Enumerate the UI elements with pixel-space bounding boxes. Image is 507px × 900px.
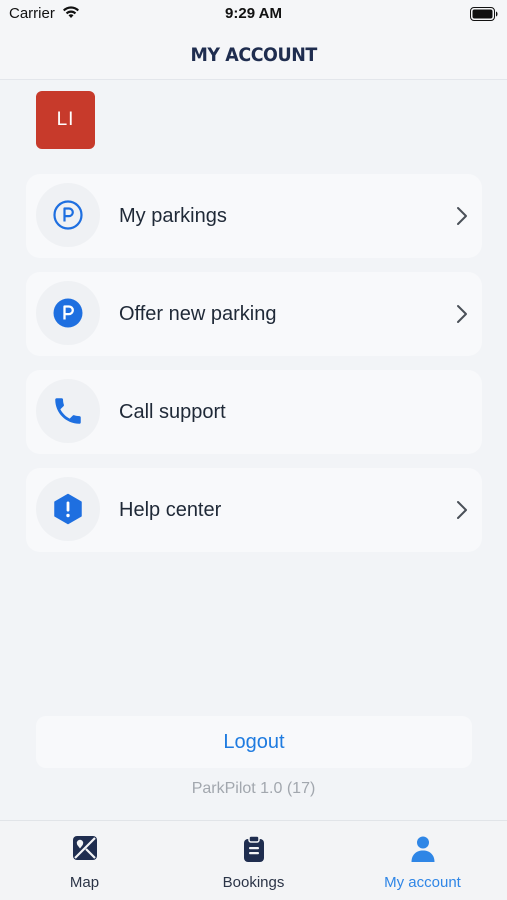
icon-container (36, 477, 100, 541)
app-version: ParkPilot 1.0 (17) (191, 780, 316, 797)
menu-item-label: Offer new parking (119, 302, 277, 325)
status-bar: Carrier 9:29 AM (0, 0, 507, 30)
icon-container (36, 281, 100, 345)
icon-container (36, 183, 100, 247)
menu-item-label: Call support (119, 400, 226, 423)
parking-filled-icon (53, 298, 83, 328)
tab-my-account[interactable]: My account (338, 821, 507, 900)
tab-map[interactable]: Map (0, 821, 169, 900)
tab-bar: Map Bookings My account (0, 820, 507, 900)
battery-icon (470, 7, 498, 26)
chevron-right-icon (457, 207, 467, 225)
clipboard-icon (243, 835, 264, 862)
tab-bookings[interactable]: Bookings (169, 821, 338, 900)
chevron-right-icon (457, 305, 467, 323)
map-icon (72, 836, 97, 860)
parking-outline-icon (53, 200, 83, 230)
menu-item-label: Help center (119, 498, 222, 521)
alert-hexagon-icon (54, 493, 82, 525)
person-icon (411, 836, 434, 862)
navigation-header: MY ACCOUNT (0, 30, 507, 80)
menu-item-call-support[interactable]: Call support (26, 370, 482, 454)
clock: 9:29 AM (225, 5, 282, 22)
tab-label: Map (69, 874, 100, 891)
chevron-right-icon (457, 501, 467, 519)
icon-container (36, 379, 100, 443)
menu-item-my-parkings[interactable]: My parkings (26, 174, 482, 258)
menu-item-label: My parkings (119, 204, 227, 227)
page-title: MY ACCOUNT (190, 43, 317, 66)
logout-button[interactable]: Logout (36, 716, 472, 768)
menu-item-offer-new-parking[interactable]: Offer new parking (26, 272, 482, 356)
avatar[interactable]: LI (36, 91, 95, 149)
tab-label: Bookings (222, 874, 285, 891)
menu-item-help-center[interactable]: Help center (26, 468, 482, 552)
phone-icon (55, 398, 81, 424)
tab-label: My account (384, 874, 461, 891)
